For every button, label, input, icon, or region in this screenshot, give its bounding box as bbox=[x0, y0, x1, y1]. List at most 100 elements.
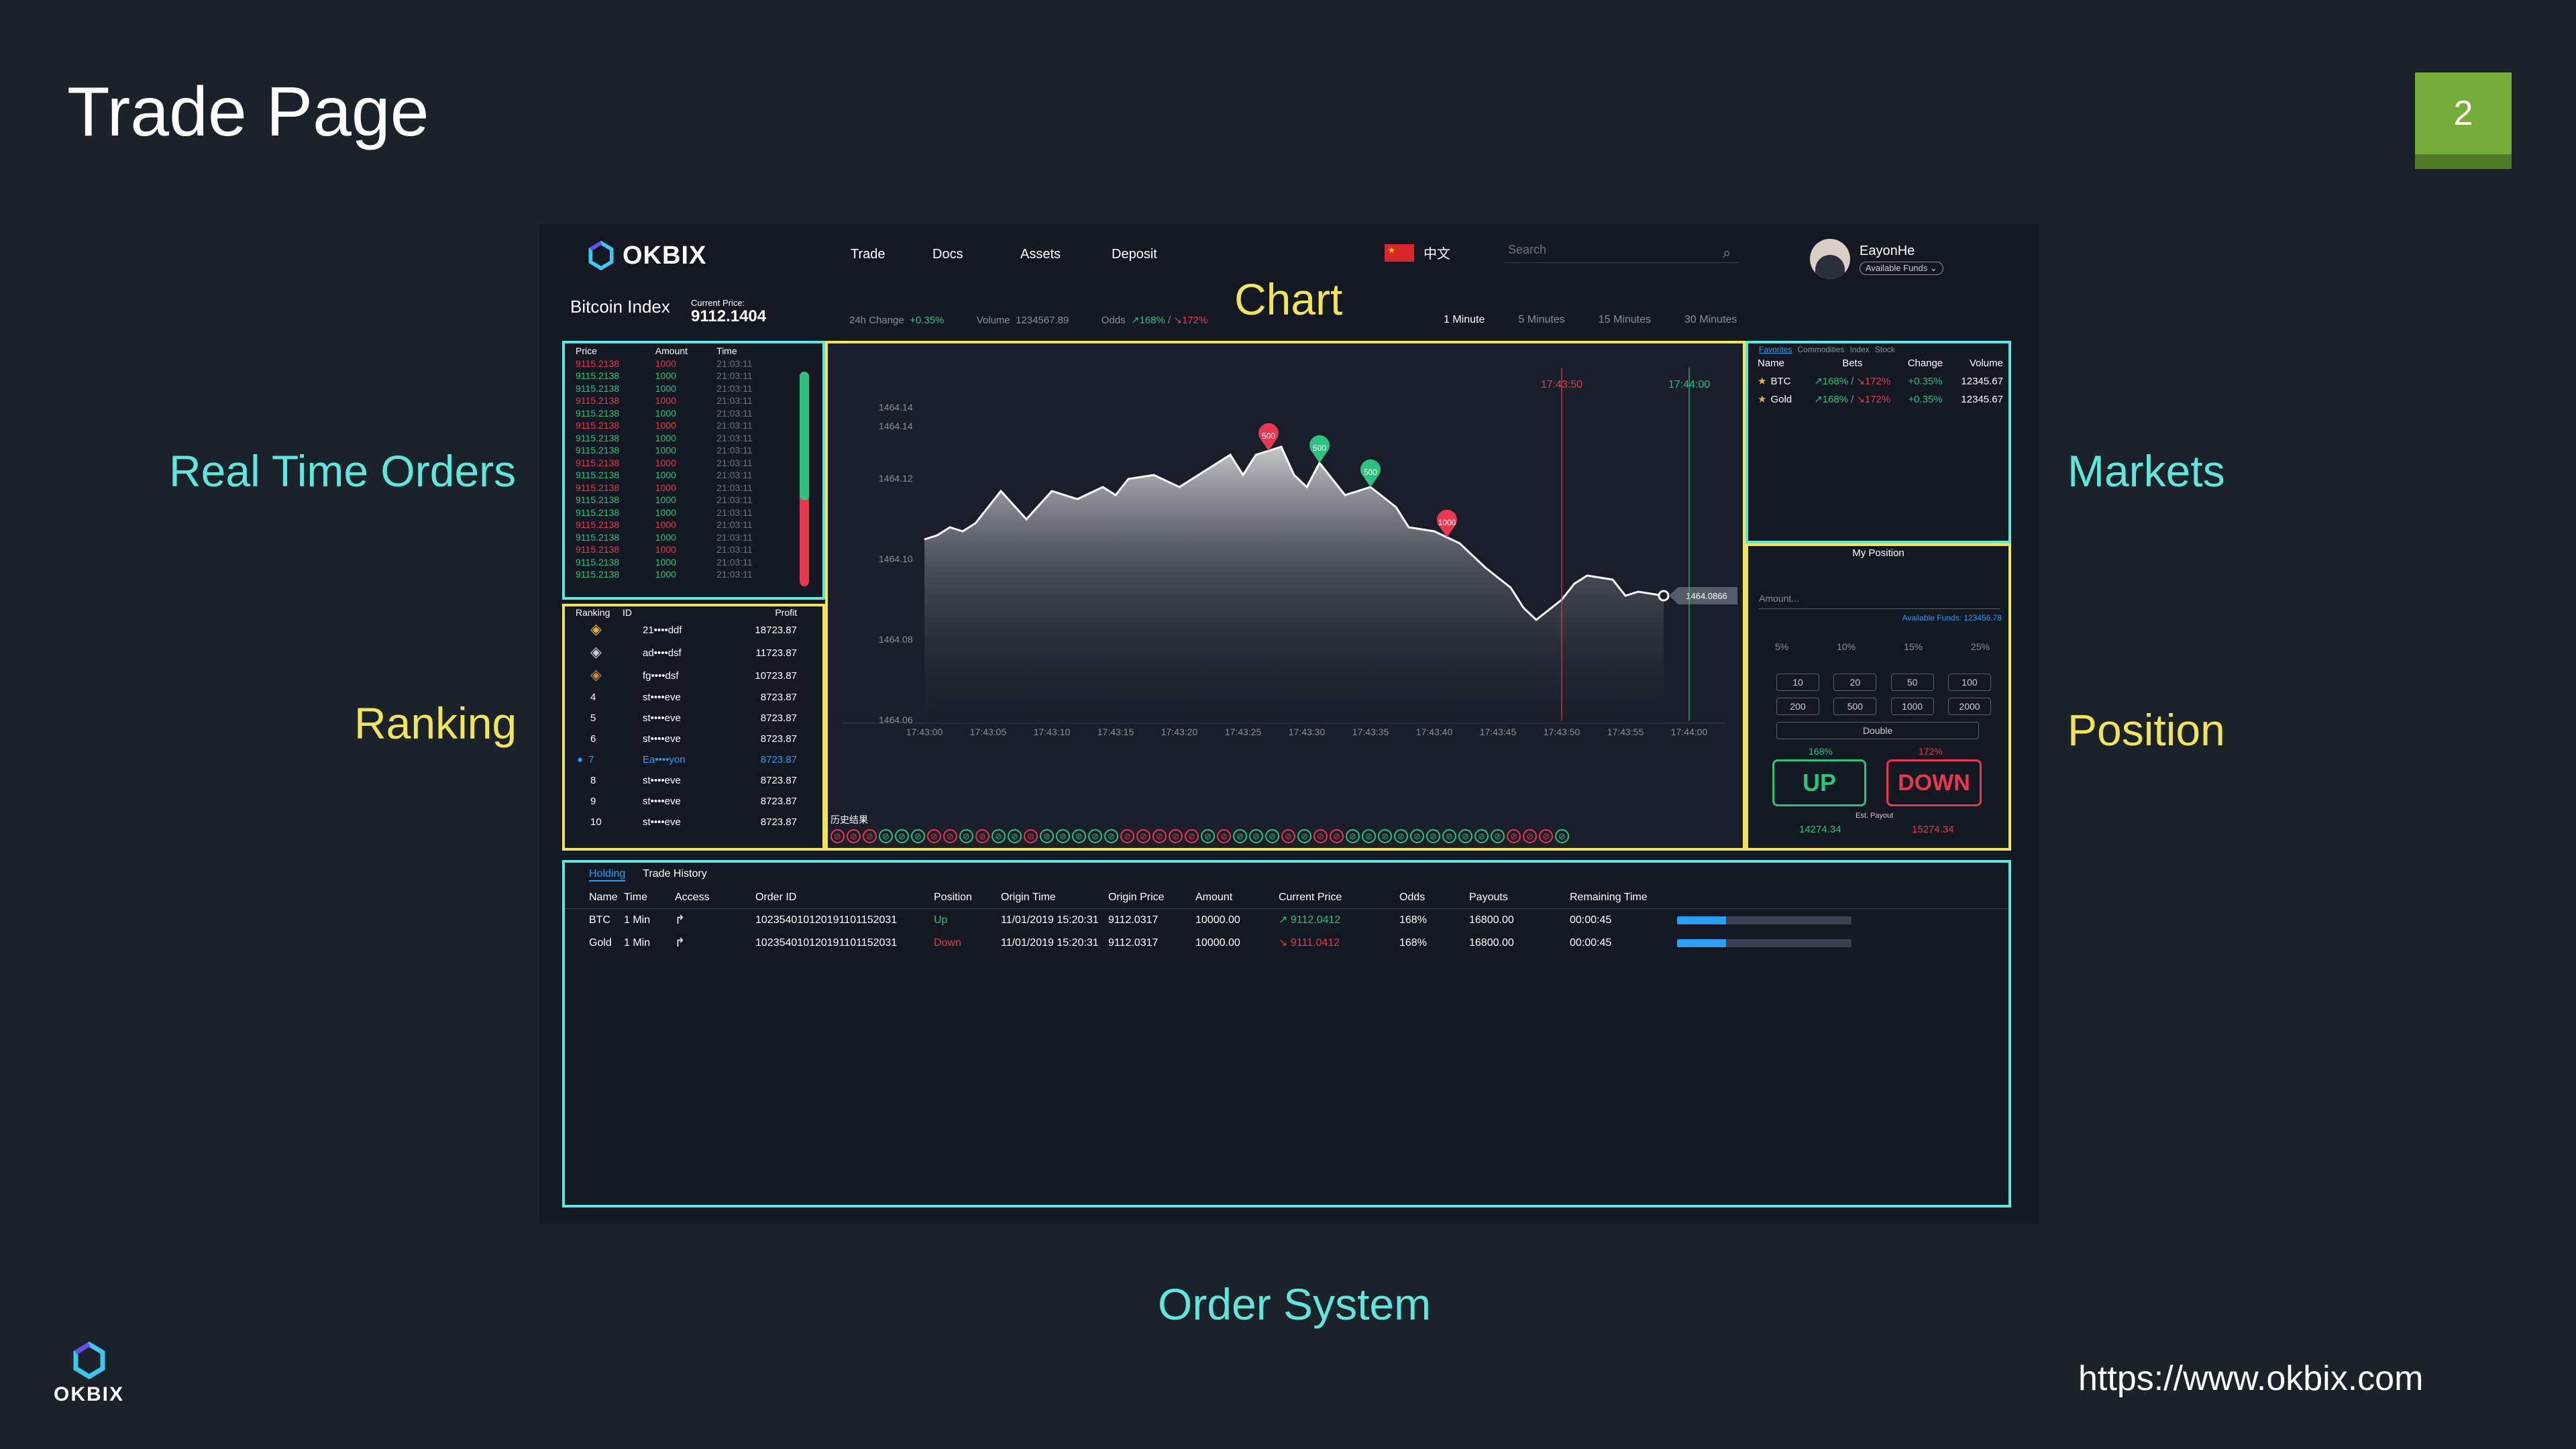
holding-time: 1 Min bbox=[624, 937, 651, 949]
rank-id: st••••eve bbox=[643, 712, 681, 724]
x-tick-label: 17:43:10 bbox=[1034, 727, 1071, 737]
callout-markets: Markets bbox=[2068, 446, 2225, 496]
tab-1-minute[interactable]: 1 Minute bbox=[1444, 314, 1485, 326]
result-up-icon: ⊘ bbox=[1442, 829, 1456, 843]
ranking-header-profit: Profit bbox=[775, 607, 797, 618]
gold-medal-icon: ◈ bbox=[590, 621, 602, 637]
percent-10[interactable]: 10% bbox=[1837, 641, 1856, 652]
tab-commodities[interactable]: Commodities bbox=[1797, 345, 1844, 354]
nav-docs[interactable]: Docs bbox=[932, 247, 963, 262]
rank-id: 21••••ddf bbox=[643, 624, 682, 636]
vertical-marker-label: 17:44:00 bbox=[1668, 379, 1710, 390]
order-time: 21:03:11 bbox=[716, 407, 753, 419]
order-price: 9115.2138 bbox=[576, 544, 620, 555]
tab-15-minutes[interactable]: 15 Minutes bbox=[1599, 314, 1651, 326]
order-amount: 1000 bbox=[655, 420, 676, 431]
result-down-icon: ⊘ bbox=[1539, 829, 1553, 843]
funds-dropdown-label: Available Funds bbox=[1866, 262, 1928, 273]
rank-id: Ea••••yon bbox=[643, 754, 686, 765]
result-down-icon: ⊘ bbox=[975, 829, 989, 843]
rank-cell: ◈ bbox=[576, 619, 623, 641]
current-point bbox=[1658, 590, 1670, 602]
nav-assets[interactable]: Assets bbox=[1020, 247, 1061, 262]
holding-header: Amount bbox=[1195, 892, 1233, 903]
amount-button-2000[interactable]: 2000 bbox=[1947, 698, 1991, 715]
current-price: 9112.1404 bbox=[691, 307, 767, 325]
holding-origin-time: 11/01/2019 15:20:31 bbox=[1001, 937, 1099, 949]
rank-number: 10 bbox=[590, 816, 602, 828]
search-icon[interactable]: ⌕ bbox=[1723, 244, 1731, 262]
rank-number: 4 bbox=[590, 692, 596, 703]
rank-profit: 11723.87 bbox=[755, 647, 797, 659]
market-volume: 12345.67 bbox=[1961, 394, 2003, 405]
search-input[interactable]: Search bbox=[1504, 243, 1739, 263]
result-up-icon: ⊘ bbox=[1394, 829, 1408, 843]
star-icon[interactable]: ★ bbox=[1758, 394, 1766, 405]
nav-trade[interactable]: Trade bbox=[851, 247, 885, 262]
market-name-cell: ★ BTC bbox=[1758, 372, 1803, 390]
order-price: 9115.2138 bbox=[576, 569, 620, 580]
amount-button-500[interactable]: 500 bbox=[1833, 698, 1877, 715]
rank-id: st••••eve bbox=[643, 796, 681, 807]
double-button[interactable]: Double bbox=[1776, 722, 1979, 739]
position-panel: My Position Amount... Available Funds: 1… bbox=[1746, 543, 2011, 851]
order-time: 21:03:11 bbox=[716, 556, 753, 568]
market-row[interactable]: ★ Gold ↗168% / ↘172% +0.35% 12345.67 bbox=[1758, 390, 2003, 409]
rank-id: st••••eve bbox=[643, 692, 681, 703]
amount-input[interactable]: Amount... bbox=[1759, 589, 2000, 609]
nav-deposit[interactable]: Deposit bbox=[1112, 247, 1157, 262]
percent-5[interactable]: 5% bbox=[1775, 641, 1788, 652]
result-down-icon: ⊘ bbox=[1330, 829, 1344, 843]
amount-button-1000[interactable]: 1000 bbox=[1890, 698, 1934, 715]
order-time: 21:03:11 bbox=[716, 457, 753, 468]
amount-button-10[interactable]: 10 bbox=[1776, 674, 1819, 691]
holding-header: Odds bbox=[1399, 892, 1426, 903]
holding-odds: 168% bbox=[1399, 937, 1427, 949]
tab-stock[interactable]: Stock bbox=[1875, 345, 1895, 354]
market-row[interactable]: ★ BTC ↗168% / ↘172% +0.35% 12345.67 bbox=[1758, 372, 2003, 390]
down-button[interactable]: DOWN bbox=[1886, 759, 1982, 806]
holding-header: Origin Price bbox=[1108, 892, 1165, 903]
amount-button-100[interactable]: 100 bbox=[1947, 674, 1991, 691]
up-button[interactable]: UP bbox=[1772, 759, 1866, 806]
remaining-progress-bar bbox=[1677, 916, 1851, 924]
price-chart[interactable]: 1464.0866 17:43:50 17:44:00 500 500 500 1000… bbox=[828, 343, 1743, 848]
avatar bbox=[1810, 239, 1850, 279]
order-row: 9115.2138 1000 21:03:11 bbox=[573, 419, 781, 432]
share-icon[interactable]: ↱ bbox=[675, 913, 685, 926]
order-row: 9115.2138 1000 21:03:11 bbox=[573, 519, 781, 531]
odds-up: ↗168% bbox=[1130, 315, 1165, 326]
percent-25[interactable]: 25% bbox=[1971, 641, 1990, 652]
order-time: 21:03:11 bbox=[716, 531, 753, 543]
amount-button-50[interactable]: 50 bbox=[1890, 674, 1934, 691]
holding-order-id: 102354010120191101152031 bbox=[755, 937, 898, 949]
holding-header: Origin Time bbox=[1001, 892, 1056, 903]
tab-30-minutes[interactable]: 30 Minutes bbox=[1684, 314, 1737, 326]
amount-button-200[interactable]: 200 bbox=[1776, 698, 1819, 715]
amount-button-20[interactable]: 20 bbox=[1833, 674, 1877, 691]
share-icon[interactable]: ↱ bbox=[675, 936, 685, 949]
order-row: 9115.2138 1000 21:03:11 bbox=[573, 444, 781, 457]
order-row: 9115.2138 1000 21:03:11 bbox=[573, 370, 781, 382]
order-time: 21:03:11 bbox=[716, 470, 753, 480]
available-funds-dropdown[interactable]: Available Funds ⌄ bbox=[1860, 261, 1943, 275]
tab-index[interactable]: Index bbox=[1849, 345, 1869, 354]
tab-trade-history[interactable]: Trade History bbox=[643, 868, 706, 881]
user-menu[interactable]: EayonHe Available Funds ⌄ bbox=[1810, 239, 1943, 279]
result-up-icon: ⊘ bbox=[1378, 829, 1392, 843]
tab-5-minutes[interactable]: 5 Minutes bbox=[1518, 314, 1564, 326]
language-selector[interactable]: ★ 中文 bbox=[1385, 243, 1450, 262]
percent-15[interactable]: 15% bbox=[1904, 641, 1923, 652]
result-up-icon: ⊘ bbox=[911, 829, 925, 843]
x-tick-label: 17:43:25 bbox=[1225, 727, 1262, 737]
app-logo[interactable]: OKBIX bbox=[586, 240, 706, 271]
rank-profit: 8723.87 bbox=[760, 754, 797, 765]
order-system-panel: Holding Trade History Name Time Access Orde… bbox=[562, 860, 2011, 1208]
holding-payouts: 16800.00 bbox=[1469, 914, 1514, 926]
star-icon[interactable]: ★ bbox=[1758, 376, 1766, 387]
rank-cell: 10 bbox=[576, 812, 623, 833]
y-tick-label: 1464.14 bbox=[879, 402, 913, 413]
tab-favorites[interactable]: Favorites bbox=[1759, 345, 1792, 354]
tab-holding[interactable]: Holding bbox=[589, 868, 626, 881]
order-amount: 1000 bbox=[655, 382, 676, 394]
